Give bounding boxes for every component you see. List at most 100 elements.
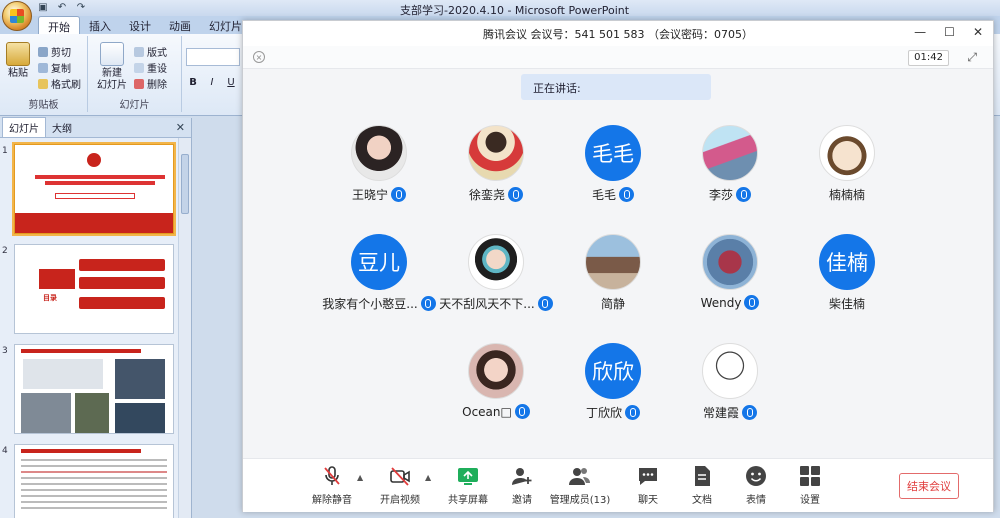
- clipboard-group: 粘贴 剪切 复制 格式刷 剪贴板: [0, 36, 88, 112]
- fullscreen-icon[interactable]: ⤢: [967, 50, 977, 65]
- participant-tile[interactable]: Wendy: [670, 234, 790, 324]
- delete-icon: [134, 78, 144, 89]
- mic-icon: [391, 187, 406, 202]
- start-video-button[interactable]: 开启视频: [365, 465, 435, 506]
- brush-icon: [38, 78, 48, 89]
- security-icon[interactable]: ×: [253, 51, 265, 63]
- mic-icon: [625, 405, 640, 420]
- paste-icon: [6, 42, 30, 66]
- add-user-icon: [512, 468, 532, 485]
- slides-group-label: 幻灯片: [119, 100, 150, 111]
- participant-tile[interactable]: Ocean□: [436, 343, 556, 433]
- camera-off-icon: [390, 467, 410, 486]
- ribbon-tab-animation[interactable]: 动画: [160, 16, 200, 34]
- avatar: [819, 125, 875, 181]
- scissors-icon: [38, 46, 48, 57]
- window-controls: — ☐ ✕: [914, 25, 983, 39]
- share-screen-icon: [458, 468, 478, 485]
- participant-tile[interactable]: 简静: [553, 234, 673, 324]
- participant-name: Wendy: [700, 295, 742, 310]
- avatar: 欣欣: [585, 343, 641, 399]
- participant-name: 柴佳楠: [828, 297, 865, 311]
- ribbon-tab-home[interactable]: 开始: [38, 16, 80, 34]
- redo-icon[interactable]: ↷: [74, 1, 88, 14]
- mic-icon: [619, 187, 634, 202]
- undo-icon[interactable]: ↶: [55, 1, 69, 14]
- slide-preview: [12, 142, 176, 236]
- participant-tile[interactable]: 天不刮风天不下...: [436, 234, 556, 324]
- panel-tab-outline[interactable]: 大纲: [46, 118, 78, 137]
- delete-button[interactable]: 删除: [134, 76, 167, 91]
- mic-icon: [420, 296, 436, 311]
- settings-button[interactable]: 设置: [775, 465, 845, 506]
- font-name-box[interactable]: [186, 48, 240, 66]
- reset-button[interactable]: 重设: [134, 60, 167, 75]
- scrollbar-thumb[interactable]: [181, 154, 189, 214]
- mic-icon: [514, 404, 530, 419]
- new-slide-button[interactable]: 新建 幻灯片: [92, 42, 132, 92]
- participant-name: 丁欣欣: [585, 406, 622, 420]
- meeting-toolbar: 解除静音 ▲ 开启视频 ▲ 共享屏幕 邀请 管理成员(13) 聊天 文档 表情 …: [243, 458, 993, 512]
- participant-tile[interactable]: 徐銮尧: [436, 125, 556, 215]
- mic-icon: [736, 187, 751, 202]
- slides-panel: 幻灯片 大纲 ✕ 1 2 目录 3 4: [0, 117, 192, 518]
- meeting-title-bar: 腾讯会议 会议号：541 501 583 （会议密码：0705） — ☐ ✕: [243, 21, 993, 46]
- avatar: 毛毛: [585, 125, 641, 181]
- ribbon-tab-design[interactable]: 设计: [120, 16, 160, 34]
- close-icon[interactable]: ✕: [176, 121, 185, 134]
- underline-button[interactable]: U: [224, 76, 238, 90]
- avatar: [468, 343, 524, 399]
- close-icon[interactable]: ✕: [973, 25, 983, 39]
- bold-button[interactable]: B: [186, 76, 200, 90]
- font-style-buttons: B I U: [186, 76, 238, 90]
- meeting-title: 腾讯会议 会议号：541 501 583 （会议密码：0705）: [483, 27, 753, 41]
- clipboard-group-label: 剪贴板: [28, 100, 59, 111]
- end-meeting-button[interactable]: 结束会议: [899, 473, 959, 499]
- save-icon[interactable]: ▣: [36, 1, 50, 14]
- avatar: [702, 125, 758, 181]
- ribbon-tab-insert[interactable]: 插入: [80, 16, 120, 34]
- layout-icon: [134, 46, 144, 57]
- new-slide-icon: [100, 42, 124, 66]
- chevron-up-icon[interactable]: ▲: [425, 473, 431, 482]
- participant-tile[interactable]: 王晓宁: [319, 125, 439, 215]
- panel-tabs: 幻灯片 大纲 ✕: [0, 117, 191, 138]
- party-emblem-icon: [87, 153, 101, 167]
- participant-tile[interactable]: 常建霞: [670, 343, 790, 433]
- participant-tile[interactable]: 佳楠 柴佳楠: [787, 234, 907, 324]
- italic-button[interactable]: I: [205, 76, 219, 90]
- avatar: 豆儿: [351, 234, 407, 290]
- avatar: [702, 234, 758, 290]
- copy-button[interactable]: 复制: [38, 60, 71, 75]
- participant-name: 简静: [600, 297, 625, 311]
- paste-button[interactable]: 粘贴: [4, 42, 32, 80]
- members-icon: [569, 468, 590, 485]
- participant-name: 毛毛: [591, 188, 616, 202]
- emoji-icon: [746, 466, 766, 486]
- slide-toc-label: 目录: [43, 294, 57, 302]
- chevron-up-icon[interactable]: ▲: [357, 473, 363, 482]
- mic-icon: [537, 296, 553, 311]
- cut-button[interactable]: 剪切: [38, 44, 71, 59]
- meeting-info-bar: × 01:42 ⤢: [243, 46, 993, 69]
- slide-preview: 目录: [14, 244, 174, 334]
- maximize-icon[interactable]: ☐: [944, 25, 955, 39]
- slides-scrollbar[interactable]: [178, 138, 191, 518]
- participant-tile[interactable]: 豆儿 我家有个小憨豆...: [319, 234, 439, 324]
- manage-members-button[interactable]: 管理成员(13): [545, 465, 615, 506]
- participant-name: 楠楠楠: [828, 188, 865, 202]
- unmute-button[interactable]: 解除静音: [297, 465, 367, 506]
- participant-tile[interactable]: 毛毛 毛毛: [553, 125, 673, 215]
- office-button[interactable]: [2, 1, 32, 31]
- mic-muted-icon: [324, 466, 340, 485]
- participant-tile[interactable]: 楠楠楠: [787, 125, 907, 215]
- layout-button[interactable]: 版式: [134, 44, 167, 59]
- avatar: 佳楠: [819, 234, 875, 290]
- format-painter-button[interactable]: 格式刷: [38, 76, 81, 91]
- copy-icon: [38, 62, 48, 73]
- participant-tile[interactable]: 欣欣 丁欣欣: [553, 343, 673, 433]
- minimize-icon[interactable]: —: [914, 25, 926, 39]
- panel-tab-slides[interactable]: 幻灯片: [2, 117, 46, 137]
- avatar: [351, 125, 407, 181]
- participant-tile[interactable]: 李莎: [670, 125, 790, 215]
